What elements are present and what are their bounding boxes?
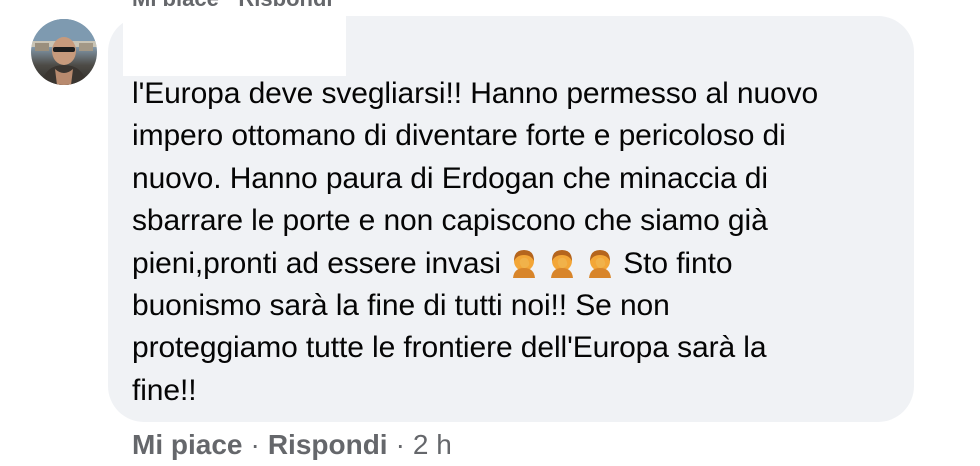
comment-text: l'Europa deve svegliarsi!! Hanno permess… (132, 73, 892, 412)
previous-comment-actions-cutoff: Mi piace · Rispondi (132, 0, 652, 6)
previous-like-link[interactable]: Mi piace (132, 0, 219, 6)
avatar[interactable] (31, 19, 97, 85)
like-button[interactable]: Mi piace (132, 429, 242, 460)
previous-reply-link[interactable]: Rispondi (238, 0, 332, 6)
comment-line: pieni,pronti ad essere invasi Sto finto (132, 246, 733, 280)
reply-button[interactable]: Rispondi (268, 429, 388, 460)
comment-line: impero ottomano di diventare forte e per… (132, 119, 786, 153)
facepalm-emoji-icon (509, 248, 539, 278)
separator-dot: · (250, 429, 260, 460)
timestamp[interactable]: 2 h (413, 429, 452, 460)
facepalm-emoji-icon (585, 248, 615, 278)
avatar-image (31, 19, 97, 85)
comment-line: l'Europa deve svegliarsi!! Hanno permess… (132, 77, 819, 110)
comment-line: proteggiamo tutte le frontiere dell'Euro… (132, 331, 767, 365)
comment-line: fine!! (132, 373, 197, 407)
facepalm-emoji-icon (547, 248, 577, 278)
comment-actions: Mi piace · Rispondi · 2 h (132, 426, 452, 466)
comment-line: buonismo sarà la fine di tutti noi!! Se … (132, 289, 670, 323)
comment-line: sbarrare le porte e non capiscono che si… (132, 204, 768, 238)
separator-dot: · (395, 429, 405, 460)
author-name-redacted (123, 15, 346, 76)
comment-line: nuovo. Hanno paura di Erdogan che minacc… (132, 161, 768, 195)
